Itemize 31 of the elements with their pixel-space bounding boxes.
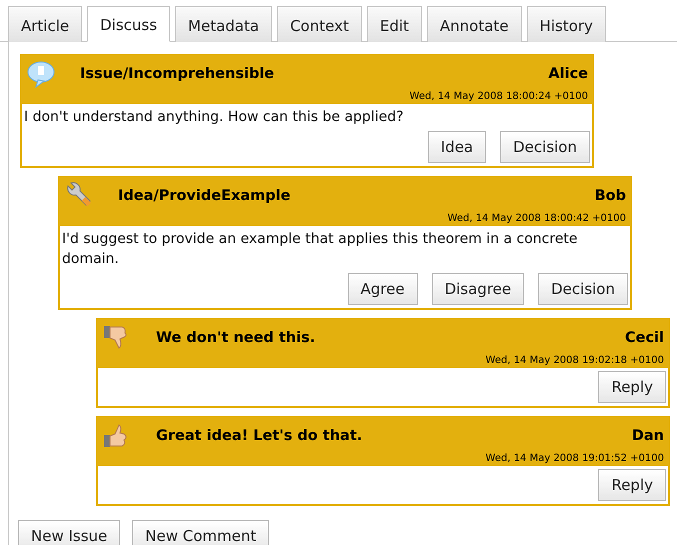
post-author: Bob [594,188,626,204]
post-author: Alice [548,66,588,82]
tab[interactable]: Context [277,6,362,42]
post-title: Idea/ProvideExample [118,188,292,204]
tab[interactable]: History [526,6,606,42]
action-button[interactable]: Agree [348,273,418,305]
tab[interactable]: Discuss [87,6,170,42]
post-date: Wed, 14 May 2008 18:00:42 +0100 [448,213,626,224]
post-date: Wed, 14 May 2008 19:01:52 +0100 [486,453,664,464]
post-author: Dan [632,428,664,444]
action-button[interactable]: Decision [538,273,628,305]
post-text: I don't understand anything. How can this be applied? [24,108,405,127]
action-button[interactable]: Disagree [432,273,524,305]
post-date: Wed, 14 May 2008 18:00:24 +0100 [410,91,588,102]
tab[interactable]: Edit [366,6,422,42]
post-text: I'd suggest to provide an example that applies this theorem in a concrete domain. [62,230,579,269]
tab[interactable]: Metadata [175,6,272,42]
post-date: Wed, 14 May 2008 19:02:18 +0100 [486,355,664,366]
action-button[interactable]: Reply [598,469,666,501]
post-title: Issue/Incomprehensible [80,66,276,82]
post-title: We don't need this. [156,330,316,346]
action-button[interactable]: Idea [428,131,486,163]
post-author: Cecil [624,330,664,346]
action-button[interactable]: New Comment [132,520,270,545]
speech-bubble-icon [26,60,56,88]
action-button[interactable]: Reply [598,371,666,403]
action-button[interactable]: New Issue [18,520,120,545]
action-button[interactable]: Decision [500,131,590,163]
post-title: Great idea! Let's do that. [156,428,364,444]
tab[interactable]: Article [8,6,82,42]
tab[interactable]: Annotate [426,6,522,42]
